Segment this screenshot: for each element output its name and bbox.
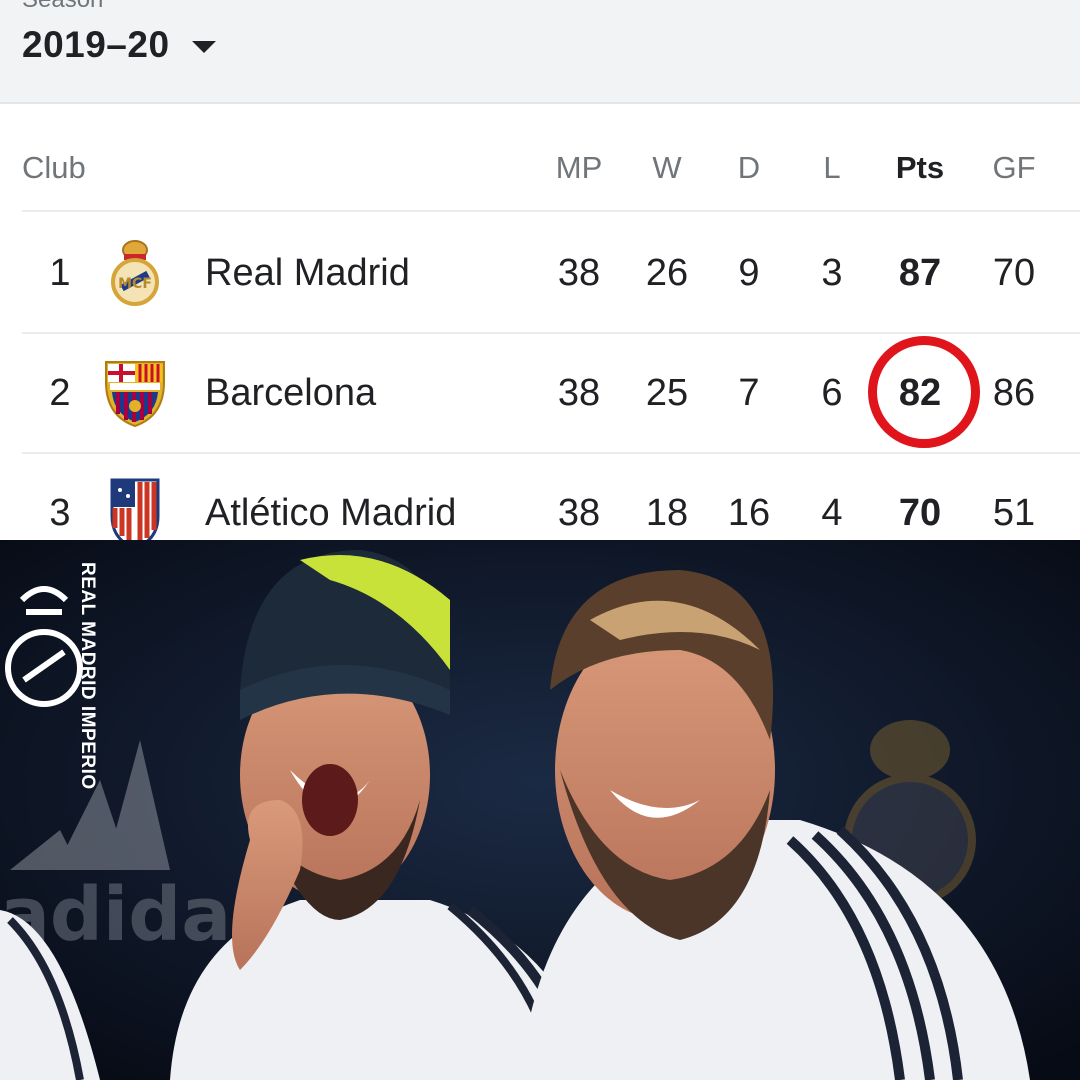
header-w[interactable]: W xyxy=(652,150,681,186)
goals-for: 51 xyxy=(992,492,1036,534)
table-row[interactable]: 1 MCF Real Madrid 38 26 9 3 87 70 xyxy=(22,214,1080,334)
matches-played: 38 xyxy=(557,372,601,414)
season-bar: Season 2019–20 xyxy=(0,0,1080,104)
real-madrid-crest-icon: MCF xyxy=(111,240,159,306)
two-laughing-players-photo: adidas xyxy=(0,540,1080,1080)
points: 82 xyxy=(898,372,942,414)
wins: 26 xyxy=(645,252,689,294)
club-name[interactable]: Real Madrid xyxy=(205,252,410,295)
rank: 1 xyxy=(49,252,71,294)
matches-played: 38 xyxy=(557,252,601,294)
header-d[interactable]: D xyxy=(738,150,760,186)
goals-for: 70 xyxy=(992,252,1036,294)
season-label: Season xyxy=(22,0,103,14)
points: 70 xyxy=(898,492,942,534)
barcelona-crest-icon xyxy=(105,361,165,428)
draws: 7 xyxy=(738,372,760,414)
rank: 3 xyxy=(49,492,71,534)
club-name[interactable]: Atlético Madrid xyxy=(205,492,456,535)
header-club[interactable]: Club xyxy=(22,150,86,186)
season-dropdown[interactable]: 2019–20 xyxy=(22,24,216,66)
table-row[interactable]: 2 Barcelona 38 25 7 6 82 86 xyxy=(22,334,1080,454)
season-value: 2019–20 xyxy=(22,24,170,65)
header-pts[interactable]: Pts xyxy=(896,150,944,186)
wins: 18 xyxy=(645,492,689,534)
losses: 6 xyxy=(821,372,843,414)
header-gf[interactable]: GF xyxy=(992,150,1035,186)
club-name[interactable]: Barcelona xyxy=(205,372,376,415)
draws: 9 xyxy=(738,252,760,294)
svg-text:MCF: MCF xyxy=(118,276,152,292)
matches-played: 38 xyxy=(557,492,601,534)
goals-for: 86 xyxy=(992,372,1036,414)
wins: 25 xyxy=(645,372,689,414)
watermark-text: REAL MADRID IMPERIO xyxy=(77,562,98,790)
draws: 16 xyxy=(727,492,771,534)
table-header: Club MP W D L Pts GF xyxy=(22,104,1080,212)
dropdown-caret-icon xyxy=(191,41,216,53)
standings-table: Club MP W D L Pts GF 1 MCF Real Madrid 3… xyxy=(0,104,1080,550)
header-mp[interactable]: MP xyxy=(556,150,603,186)
points: 87 xyxy=(898,252,942,294)
atletico-madrid-crest-icon xyxy=(110,478,160,550)
rank: 2 xyxy=(49,372,71,414)
losses: 4 xyxy=(821,492,843,534)
losses: 3 xyxy=(821,252,843,294)
header-l[interactable]: L xyxy=(823,150,840,186)
